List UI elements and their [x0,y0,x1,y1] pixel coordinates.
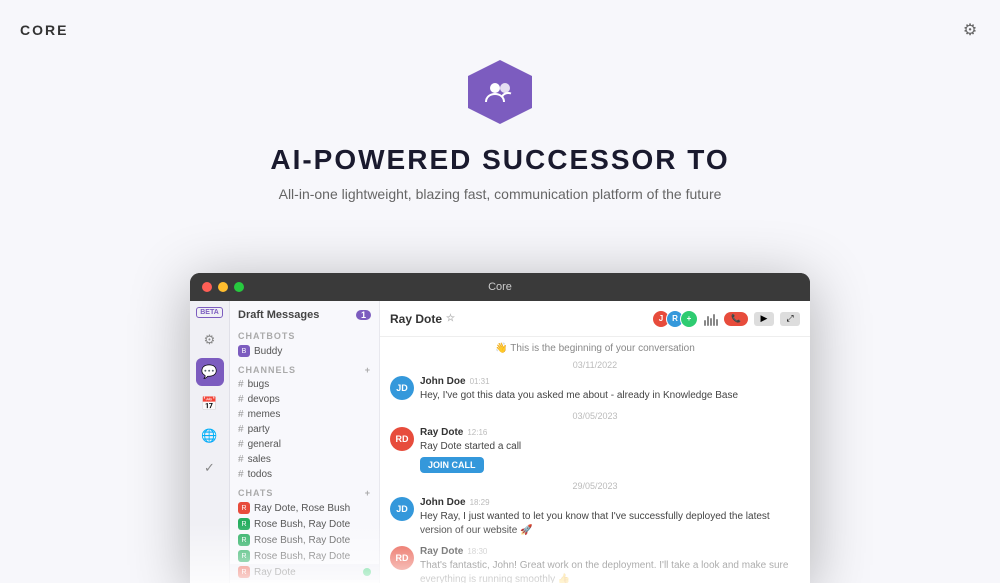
minimize-button[interactable] [218,282,228,292]
msg-content-1: John Doe 01:31 Hey, I've got this data y… [420,376,800,403]
draft-messages-label: Draft Messages [238,309,319,321]
icon-sidebar: BETA ⚙ 💬 📅 🌐 ✓ [190,301,230,583]
channel-memes[interactable]: #memes [230,407,379,422]
app-body: BETA ⚙ 💬 📅 🌐 ✓ Draft Messages 1 CHATBOTS… [190,301,810,583]
draft-messages-header[interactable]: Draft Messages 1 [230,301,379,325]
chatbots-section: CHATBOTS [230,329,379,343]
msg-sender-4: Ray Dote [420,546,463,557]
msg-meta-1: John Doe 01:31 [420,376,800,387]
date-divider-1: 03/11/2022 [390,360,800,370]
chat-avatar-4: R [238,550,250,562]
date-divider-3: 29/05/2023 [390,481,800,491]
msg-time-2: 12:16 [467,428,487,437]
msg-avatar-raydote-2: RD [390,546,414,570]
channel-general[interactable]: #general [230,437,379,452]
chat-item-1[interactable]: R Ray Dote, Rose Bush [230,500,379,516]
chat-item-3[interactable]: R Rose Bush, Ray Dote [230,532,379,548]
settings-icon[interactable]: ⚙ [960,20,980,40]
msg-sender-3: John Doe [420,497,466,508]
app-window: Core BETA ⚙ 💬 📅 🌐 ✓ Draft Messages 1 CHA… [190,273,810,583]
msg-meta-4: Ray Dote 18:30 [420,546,800,557]
chat-item-5[interactable]: R Ray Dote [230,564,379,580]
msg-time-1: 01:31 [470,377,490,386]
sidebar-icon-globe[interactable]: 🌐 [196,422,224,450]
buddy-avatar: B [238,345,250,357]
chat-item-4[interactable]: R Rose Bush, Ray Dote [230,548,379,564]
sidebar-icon-calendar[interactable]: 📅 [196,390,224,418]
logo: CORE [20,22,68,38]
message-row-4: RD Ray Dote 18:30 That's fantastic, John… [390,546,800,583]
chat-header-actions: J R + 📞 ▶ ⤢ [656,310,800,328]
join-call-button[interactable]: JOIN CALL [420,457,484,473]
channel-todos[interactable]: #todos [230,467,379,482]
channel-bugs[interactable]: #bugs [230,377,379,392]
chat-header: Ray Dote ☆ J R + [380,301,810,337]
msg-avatar-johndoe-1: JD [390,376,414,400]
chats-section: CHATS + [230,486,379,500]
expand-icon[interactable]: ⤢ [780,312,800,326]
msg-meta-3: John Doe 18:29 [420,497,800,508]
maximize-button[interactable] [234,282,244,292]
beta-badge: BETA [196,307,223,318]
channel-devops[interactable]: #devops [230,392,379,407]
msg-text-2: Ray Dote started a call [420,440,800,454]
channel-party[interactable]: #party [230,422,379,437]
sidebar-icon-settings[interactable]: ⚙ [196,326,224,354]
msg-time-4: 18:30 [467,547,487,556]
draft-count-badge: 1 [356,310,371,320]
date-divider-2: 03/05/2023 [390,411,800,421]
chat-area: Ray Dote ☆ J R + [380,301,810,583]
sidebar-icon-check[interactable]: ✓ [196,454,224,482]
participant-3-avatar: + [680,310,698,328]
end-call-icon[interactable]: 📞 [724,312,748,326]
msg-content-3: John Doe 18:29 Hey Ray, I just wanted to… [420,497,800,538]
msg-avatar-johndoe-2: JD [390,497,414,521]
chat-item-2[interactable]: R Rose Bush, Ray Dote [230,516,379,532]
title-bar: Core [190,273,810,301]
video-icon[interactable]: ▶ [754,312,774,326]
msg-meta-2: Ray Dote 12:16 [420,427,800,438]
msg-time-3: 18:29 [470,498,490,507]
message-row-3: JD John Doe 18:29 Hey Ray, I just wanted… [390,497,800,538]
participant-avatars: J R + [656,310,698,328]
message-row-1: JD John Doe 01:31 Hey, I've got this dat… [390,376,800,403]
hero-title: AI-POWERED SUCCESSOR TO [270,144,729,176]
msg-content-4: Ray Dote 18:30 That's fantastic, John! G… [420,546,800,583]
chat-avatar-1: R [238,502,250,514]
chat-avatar-3: R [238,534,250,546]
sidebar-icon-chat[interactable]: 💬 [196,358,224,386]
channel-sidebar: Draft Messages 1 CHATBOTS B Buddy CHANNE… [230,301,380,583]
window-title: Core [488,281,512,293]
audio-wave-icon [704,312,718,326]
msg-sender-1: John Doe [420,376,466,387]
message-row-2: RD Ray Dote 12:16 Ray Dote started a cal… [390,427,800,473]
chat-avatar-2: R [238,518,250,530]
messages-list: 👋 This is the beginning of your conversa… [380,337,810,583]
hero-subtitle: All-in-one lightweight, blazing fast, co… [279,186,722,202]
close-button[interactable] [202,282,212,292]
traffic-lights [202,282,244,292]
chat-contact-name: Ray Dote ☆ [390,312,455,326]
online-indicator [363,568,371,576]
channel-sales[interactable]: #sales [230,452,379,467]
hero-icon [468,60,532,124]
chat-avatar-5: R [238,566,250,578]
star-icon: ☆ [446,313,455,324]
msg-content-2: Ray Dote 12:16 Ray Dote started a call J… [420,427,800,473]
msg-sender-2: Ray Dote [420,427,463,438]
header: CORE ⚙ [0,0,1000,60]
msg-text-1: Hey, I've got this data you asked me abo… [420,389,800,403]
msg-text-3: Hey Ray, I just wanted to let you know t… [420,510,800,538]
msg-avatar-raydote-1: RD [390,427,414,451]
chatbot-buddy[interactable]: B Buddy [230,343,379,359]
conversation-start: 👋 This is the beginning of your conversa… [390,343,800,354]
channels-section: CHANNELS + [230,363,379,377]
